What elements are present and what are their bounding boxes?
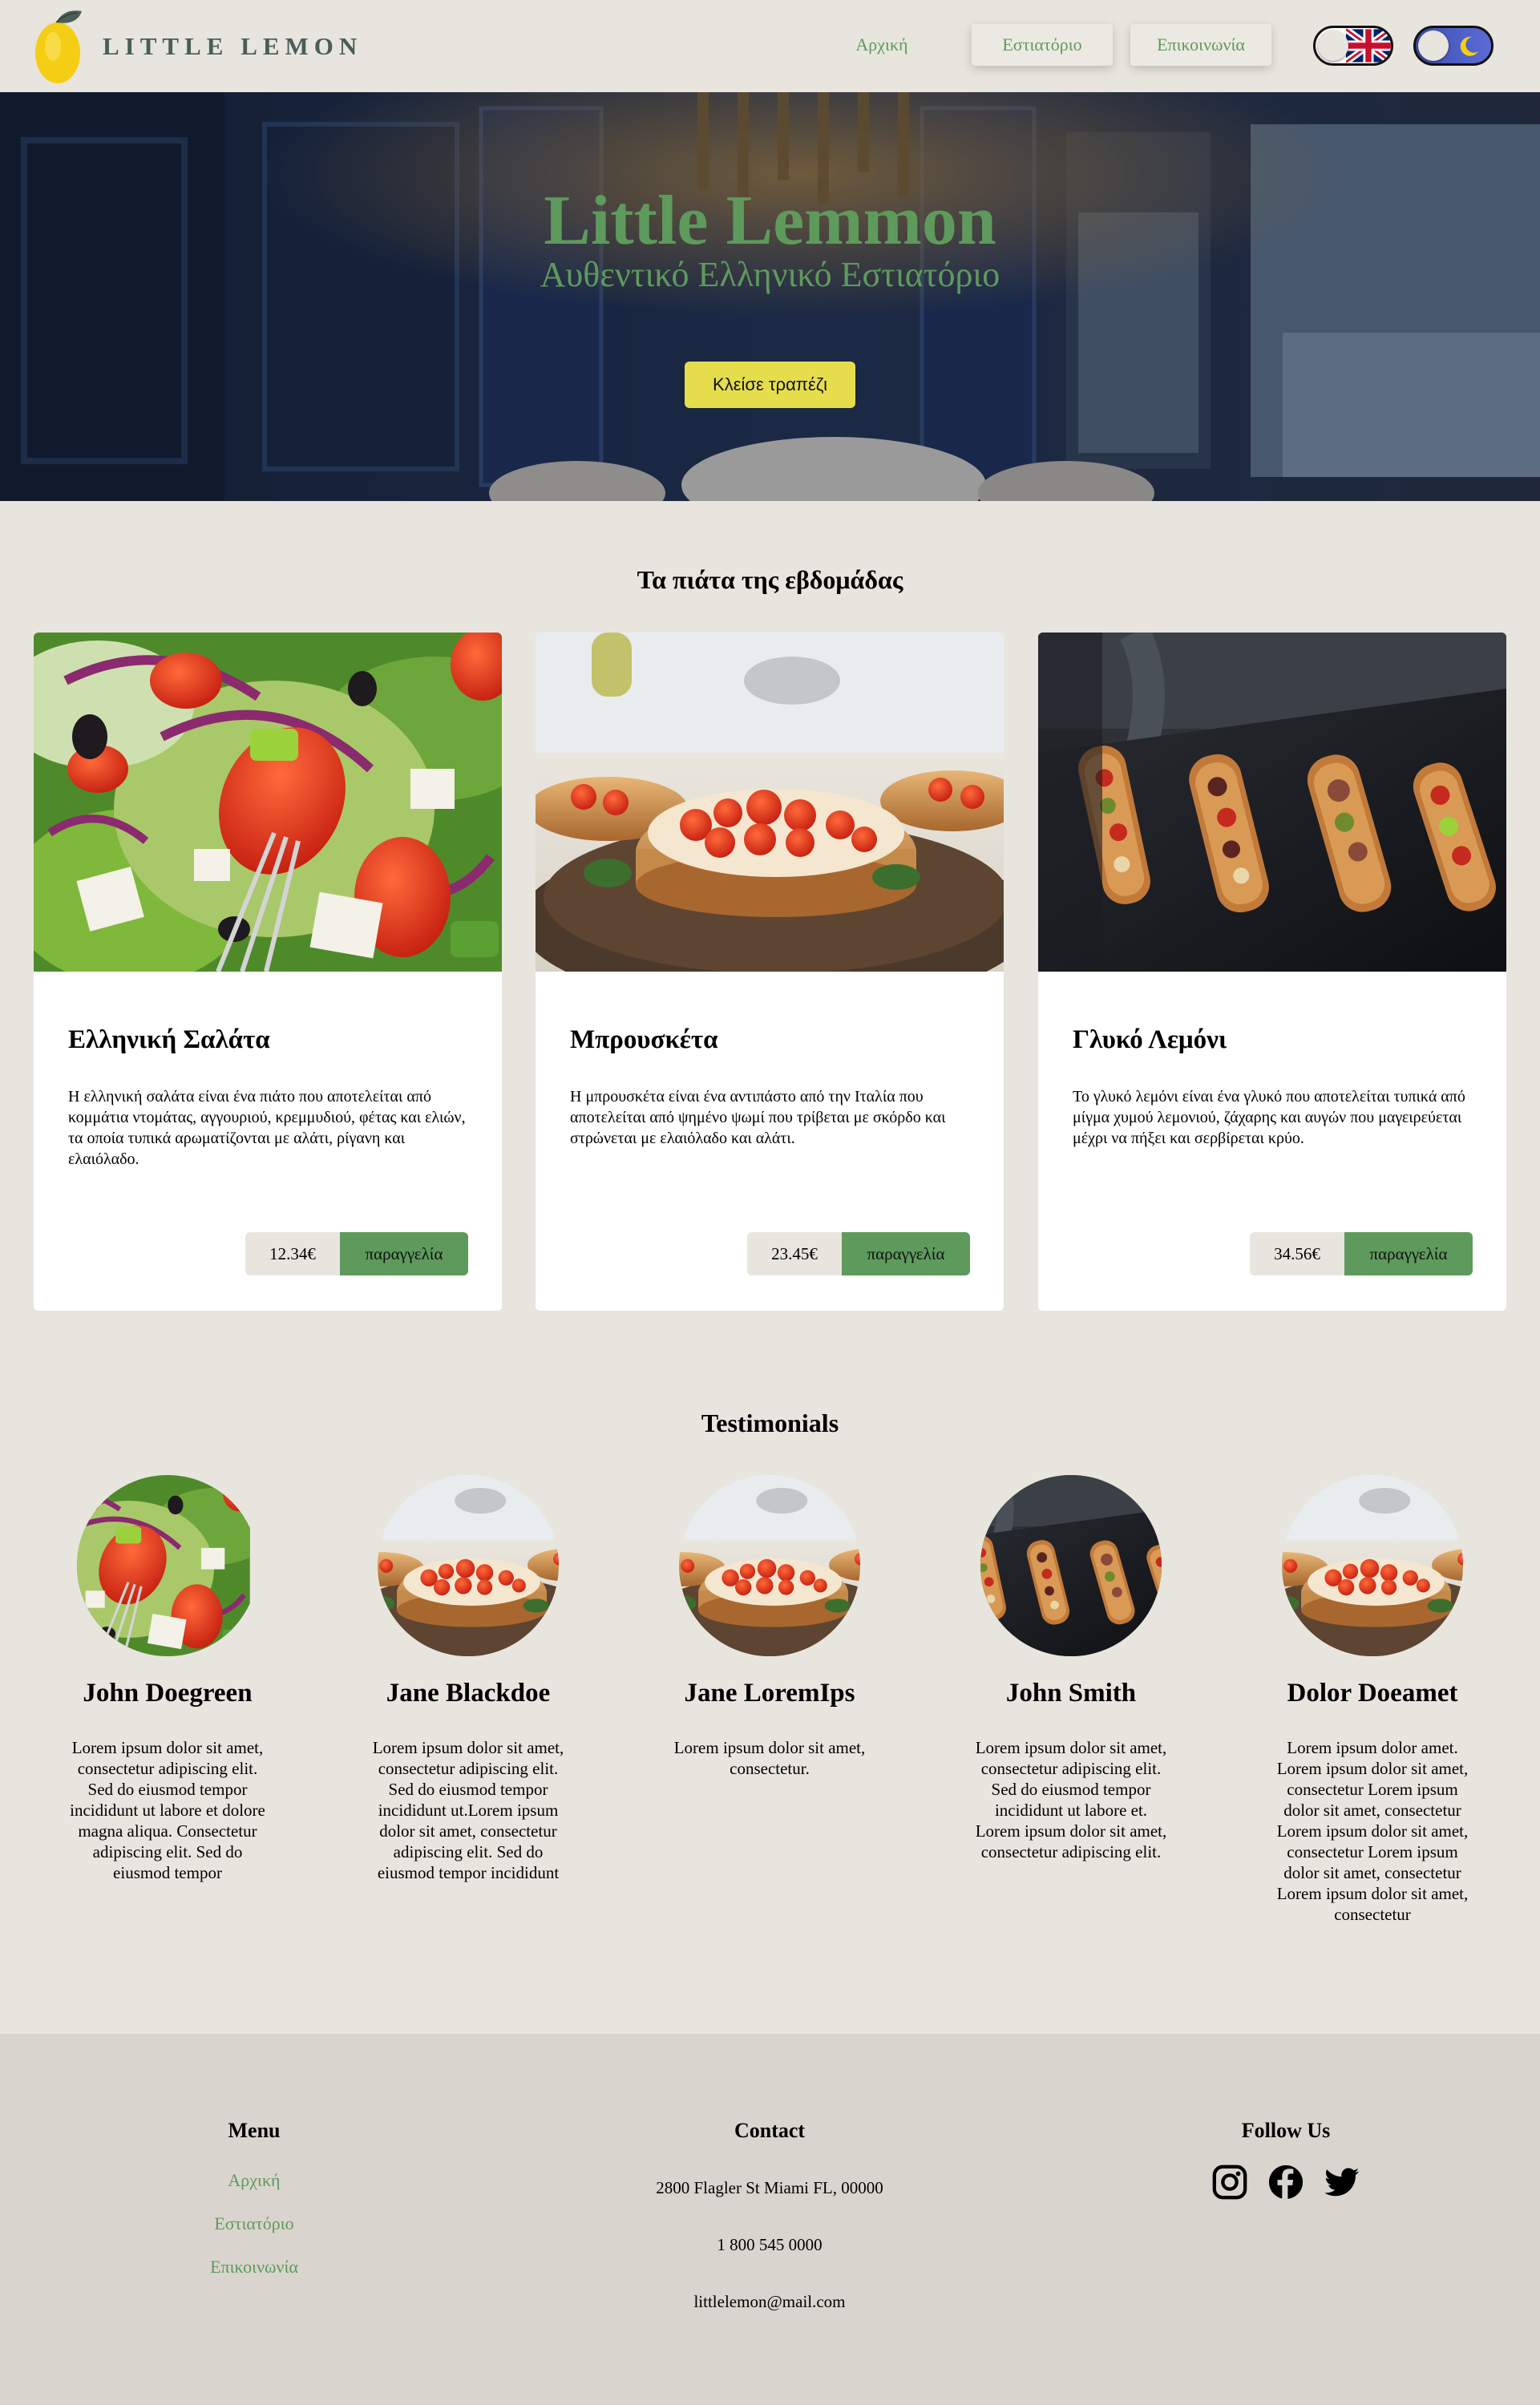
dish-price: 23.45€	[747, 1232, 842, 1275]
footer-link-home[interactable]: Αρχική	[174, 2170, 334, 2191]
testimonial-card: John Doegreen Lorem ipsum dolor sit amet…	[47, 1475, 288, 1883]
footer-follow-column: Follow Us	[1206, 2119, 1366, 2201]
avatar	[77, 1475, 258, 1656]
dish-description: Η μπρουσκέτα είναι ένα αντιπάστο από την…	[570, 1088, 946, 1147]
avatar	[980, 1475, 1162, 1656]
avatar	[1282, 1475, 1463, 1656]
site-footer: Menu Αρχική Εστιατόριο Επικοινωνία Conta…	[0, 2034, 1540, 2405]
nav-link-restaurant[interactable]: Εστιατόριο	[972, 24, 1113, 66]
testimonial-text: Lorem ipsum dolor sit amet, consectetur …	[70, 1738, 265, 1882]
restaurant-interior-image	[0, 92, 1540, 501]
uk-flag-icon	[1346, 28, 1391, 63]
testimonial-name: John Smith	[1005, 1679, 1137, 1708]
logo-text: LITTLE LEMON	[103, 32, 363, 60]
specials-title: Τα πιάτα της εβδομάδας	[637, 565, 903, 594]
footer-contact-title: Contact	[734, 2119, 806, 2142]
testimonial-text: Lorem ipsum dolor sit amet, consectetur …	[372, 1738, 564, 1882]
moon-icon	[1460, 36, 1478, 56]
footer-email: littlelemon@mail.com	[693, 2292, 846, 2311]
dish-card-greek-salad: Ελληνική Σαλάτα Η ελληνική σαλάτα είναι …	[34, 633, 502, 1311]
theme-toggle[interactable]	[1413, 26, 1494, 66]
testimonial-card: John Smith Lorem ipsum dolor sit amet, c…	[951, 1475, 1191, 1862]
dish-title: Μπρουσκέτα	[570, 1025, 718, 1054]
social-links	[1206, 2164, 1366, 2201]
logo[interactable]: LITTLE LEMON	[32, 8, 362, 85]
footer-menu-column: Menu Αρχική Εστιατόριο Επικοινωνία	[174, 2119, 334, 2278]
testimonial-card: Jane LoremIps Lorem ipsum dolor sit amet…	[649, 1475, 890, 1779]
testimonial-name: Jane Blackdoe	[386, 1679, 551, 1708]
testimonial-text: Lorem ipsum dolor sit amet, consectetur.	[673, 1738, 866, 1778]
nav-link-contact[interactable]: Επικοινωνία	[1130, 24, 1271, 66]
language-toggle[interactable]	[1313, 26, 1393, 66]
dish-description: Το γλυκό λεμόνι είναι ένα γλυκό που αποτ…	[1073, 1088, 1465, 1147]
dish-title: Γλυκό Λεμόνι	[1073, 1025, 1227, 1054]
testimonial-card: Dolor Doeamet Lorem ipsum dolor amet. Lo…	[1252, 1475, 1493, 1925]
testimonial-name: John Doegreen	[83, 1679, 253, 1708]
order-button[interactable]: παραγγελία	[340, 1232, 468, 1275]
price-order-group: 23.45€ παραγγελία	[747, 1232, 970, 1275]
greek-salad-image	[34, 633, 502, 972]
instagram-icon[interactable]	[1211, 2164, 1248, 2201]
twitter-icon[interactable]	[1324, 2164, 1360, 2201]
order-button[interactable]: παραγγελία	[1344, 1232, 1473, 1275]
footer-follow-title: Follow Us	[1241, 2119, 1331, 2142]
book-table-button[interactable]: Κλείσε τραπέζι	[685, 362, 855, 408]
testimonial-text: Lorem ipsum dolor amet. Lorem ipsum dolo…	[1276, 1738, 1469, 1924]
hero-title: Little Lemmon	[544, 182, 996, 260]
footer-address: 2800 Flagler St Miami FL, 00000	[656, 2178, 883, 2197]
nav-link-home[interactable]: Αρχική	[810, 24, 954, 66]
testimonial-card: Jane Blackdoe Lorem ipsum dolor sit amet…	[348, 1475, 588, 1883]
footer-contact-column: Contact 2800 Flagler St Miami FL, 00000 …	[609, 2119, 930, 2312]
dish-price: 34.56€	[1250, 1232, 1344, 1275]
lemon-logo-icon	[35, 10, 82, 83]
hero: Little Lemmon Αυθεντικό Ελληνικό Εστιατό…	[0, 92, 1540, 501]
language-toggle-knob	[1318, 30, 1348, 61]
bruschetta-image	[536, 633, 1004, 972]
avatar	[378, 1475, 559, 1656]
footer-phone: 1 800 545 0000	[717, 2235, 823, 2254]
site-header: LITTLE LEMON Αρχική Εστιατόριο Επικοινων…	[0, 0, 1540, 92]
hero-subtitle: Αυθεντικό Ελληνικό Εστιατόριο	[540, 255, 1000, 294]
footer-menu-title: Menu	[228, 2119, 281, 2142]
dish-price: 12.34€	[245, 1232, 340, 1275]
testimonial-text: Lorem ipsum dolor sit amet, consectetur …	[975, 1738, 1167, 1861]
price-order-group: 34.56€ παραγγελία	[1250, 1232, 1473, 1275]
dish-card-bruschetta: Μπρουσκέτα Η μπρουσκέτα είναι ένα αντιπά…	[536, 633, 1004, 1311]
lemon-dessert-image	[1038, 633, 1506, 972]
dish-title: Ελληνική Σαλάτα	[68, 1025, 270, 1054]
main-nav: Αρχική Εστιατόριο Επικοινωνία	[810, 24, 1271, 66]
theme-toggle-knob	[1418, 30, 1449, 61]
dish-description: Η ελληνική σαλάτα είναι ένα πιάτο που απ…	[68, 1088, 466, 1168]
dish-card-lemon-dessert: Γλυκό Λεμόνι Το γλυκό λεμόνι είναι ένα γ…	[1038, 633, 1506, 1311]
testimonials-title: Testimonials	[701, 1409, 839, 1437]
testimonial-name: Dolor Doeamet	[1287, 1679, 1458, 1708]
avatar	[679, 1475, 860, 1656]
facebook-icon[interactable]	[1267, 2164, 1304, 2201]
footer-link-contact[interactable]: Επικοινωνία	[174, 2257, 334, 2278]
order-button[interactable]: παραγγελία	[842, 1232, 970, 1275]
price-order-group: 12.34€ παραγγελία	[245, 1232, 468, 1275]
testimonial-name: Jane LoremIps	[684, 1679, 855, 1708]
footer-link-restaurant[interactable]: Εστιατόριο	[174, 2213, 334, 2234]
